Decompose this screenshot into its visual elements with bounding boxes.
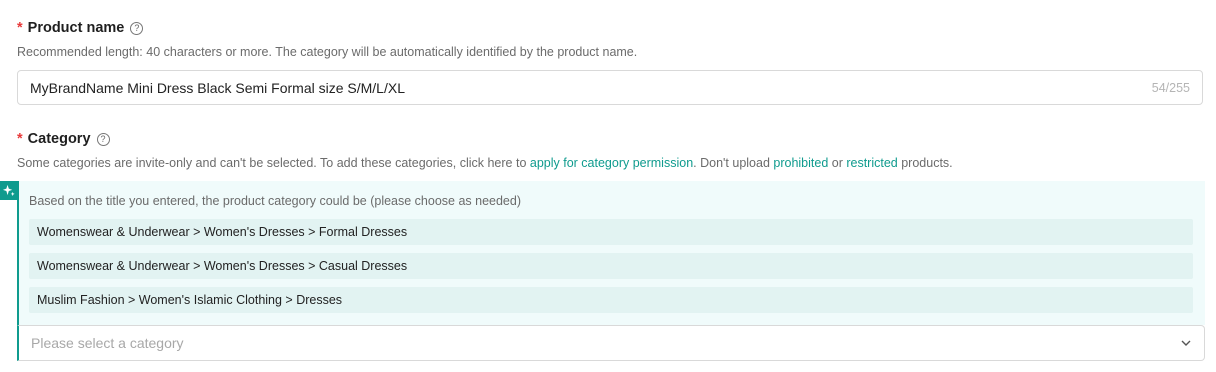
chevron-down-icon <box>1181 340 1191 346</box>
sparkle-icon <box>0 181 17 200</box>
category-label: * Category ? <box>17 131 110 147</box>
product-name-input[interactable]: MyBrandName Mini Dress Black Semi Formal… <box>17 70 1203 105</box>
category-label-text: Category <box>27 131 91 147</box>
character-counter: 54/255 <box>1151 80 1190 95</box>
product-name-value[interactable]: MyBrandName Mini Dress Black Semi Formal… <box>30 80 1152 96</box>
apply-permission-link[interactable]: apply for category permission <box>530 156 693 170</box>
required-mark: * <box>17 20 23 36</box>
help-icon[interactable]: ? <box>130 21 144 35</box>
category-select-placeholder: Please select a category <box>31 335 184 351</box>
suggestion-casual-dresses[interactable]: Womenswear & Underwear > Women's Dresses… <box>29 253 1193 279</box>
restricted-link[interactable]: restricted <box>846 156 897 170</box>
prohibited-link[interactable]: prohibited <box>773 156 828 170</box>
product-name-hint: Recommended length: 40 characters or mor… <box>17 45 638 59</box>
category-hint-text: Some categories are invite-only and can'… <box>17 156 530 170</box>
suggestion-title: Based on the title you entered, the prod… <box>29 194 521 208</box>
product-name-label: * Product name ? <box>17 20 144 36</box>
category-select[interactable]: Please select a category <box>17 325 1205 361</box>
suggestion-islamic-dresses[interactable]: Muslim Fashion > Women's Islamic Clothin… <box>29 287 1193 313</box>
category-hint-text: . Don't upload <box>693 156 774 170</box>
suggestion-formal-dresses[interactable]: Womenswear & Underwear > Women's Dresses… <box>29 219 1193 245</box>
help-icon[interactable]: ? <box>96 132 110 146</box>
category-hint-text: products. <box>897 156 953 170</box>
category-hint-text: or <box>828 156 847 170</box>
required-mark: * <box>17 131 23 147</box>
product-name-label-text: Product name <box>27 20 125 36</box>
category-suggestions-panel: Based on the title you entered, the prod… <box>17 181 1205 325</box>
category-hint: Some categories are invite-only and can'… <box>17 156 953 170</box>
